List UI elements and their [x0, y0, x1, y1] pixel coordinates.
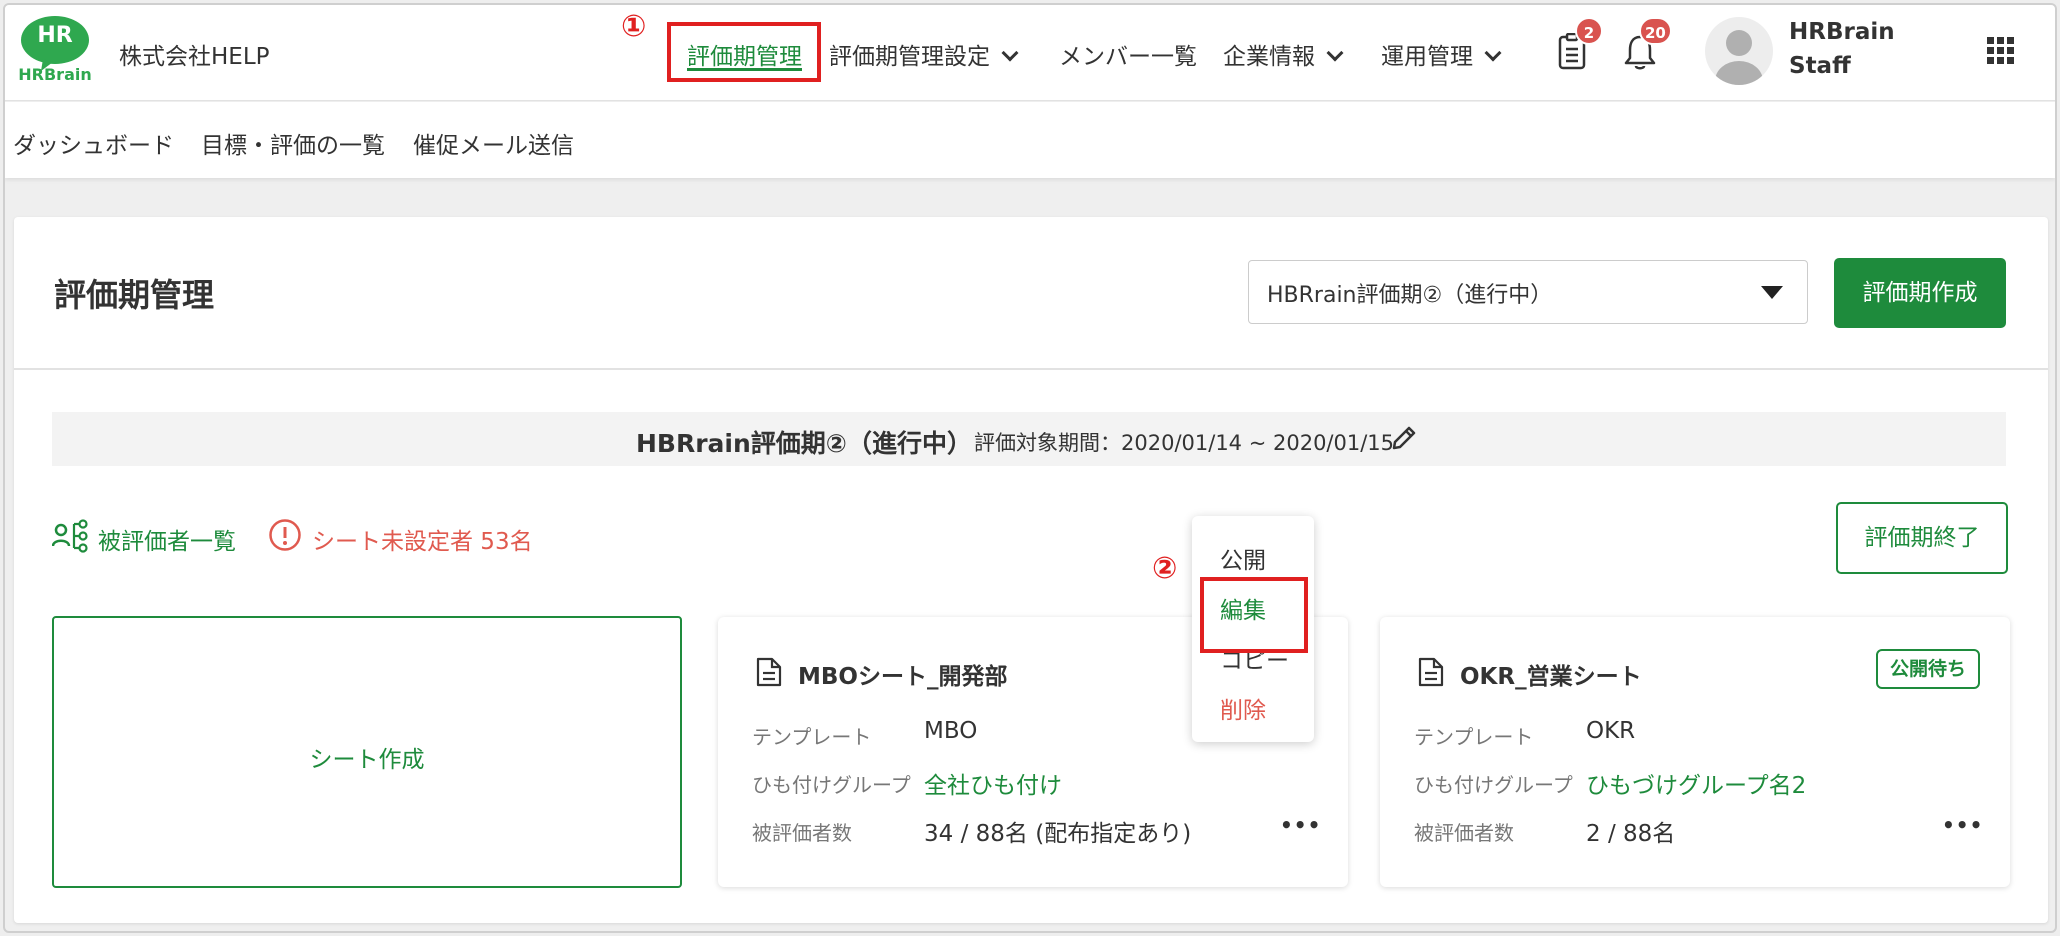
nav-eval-settings[interactable]: 評価期管理設定 — [829, 37, 1019, 71]
evaluatee-list-label: 被評価者一覧 — [98, 529, 236, 555]
template-label: テンプレート — [752, 725, 872, 749]
app-grid-icon[interactable] — [1987, 37, 2015, 65]
evaluatee-count-value: 34 / 88名 (配布指定あり) — [924, 821, 1192, 847]
header-divider — [14, 368, 2048, 370]
period-range: 評価対象期間：2020/01/14 ~ 2020/01/15 — [974, 431, 1395, 455]
sheet-title[interactable]: OKR_営業シート — [1460, 657, 1642, 691]
more-options-icon[interactable]: ••• — [1280, 813, 1321, 837]
evaluatee-count-label: 被評価者数 — [1414, 821, 1514, 845]
company-name: 株式会社HELP — [119, 44, 270, 70]
group-label: ひも付けグループ — [1414, 773, 1573, 797]
period-select[interactable]: HBRrain評価期②（進行中） — [1248, 260, 1808, 324]
subnav-dashboard[interactable]: ダッシュボード — [13, 126, 174, 160]
nav-eval-settings-label: 評価期管理設定 — [829, 44, 990, 70]
create-sheet-label: シート作成 — [309, 747, 425, 773]
template-value: MBO — [924, 718, 978, 744]
pencil-icon[interactable] — [1390, 424, 1418, 452]
page-title: 評価期管理 — [54, 276, 215, 314]
nav-active-underline — [687, 68, 802, 71]
chevron-down-icon — [1001, 44, 1019, 62]
notification-badge: 20 — [1639, 17, 1672, 45]
create-period-button-label: 評価期作成 — [1862, 280, 1978, 306]
alert-circle-icon — [269, 519, 301, 551]
sheet-title[interactable]: MBOシート_開発部 — [798, 657, 1007, 691]
hrbrain-logo[interactable]: HR HRBrain — [18, 13, 92, 87]
status-badge: 公開待ち — [1876, 649, 1981, 689]
end-period-button[interactable]: 評価期終了 — [1836, 502, 2008, 574]
people-tree-icon — [52, 519, 88, 553]
nav-operations-label: 運用管理 — [1381, 44, 1473, 70]
nav-operations[interactable]: 運用管理 — [1381, 37, 1502, 71]
group-label: ひも付けグループ — [752, 773, 911, 797]
menu-item-delete[interactable]: 削除 — [1220, 691, 1266, 725]
caret-down-icon — [1761, 286, 1783, 299]
period-name: HBRrain評価期②（進行中） — [636, 429, 972, 458]
nav-members[interactable]: メンバー一覧 — [1059, 37, 1197, 71]
sheet-card-okr[interactable]: OKR_営業シート 公開待ち テンプレート OKR ひも付けグループ ひもづけグ… — [1380, 617, 2010, 887]
period-banner: HBRrain評価期②（進行中） 評価対象期間：2020/01/14 ~ 202… — [52, 412, 2006, 466]
nav-company-info-label: 企業情報 — [1223, 44, 1315, 70]
group-link[interactable]: 全社ひも付け — [924, 766, 1062, 800]
main-panel: 評価期管理 HBRrain評価期②（進行中） 評価期作成 HBRrain評価期②… — [14, 217, 2048, 923]
document-icon — [1418, 657, 1444, 687]
avatar[interactable] — [1705, 17, 1773, 85]
nav-eval-management[interactable]: 評価期管理 — [687, 37, 802, 71]
document-icon — [756, 657, 782, 687]
evaluatee-count-label: 被評価者数 — [752, 821, 852, 845]
annotation-step-1: ① — [621, 9, 647, 44]
user-name-line1[interactable]: HRBrain — [1789, 19, 1895, 45]
subnav-goals-list[interactable]: 目標・評価の一覧 — [201, 126, 385, 160]
create-sheet-card[interactable]: シート作成 — [52, 616, 682, 888]
logo-wordmark: HRBrain — [18, 65, 92, 84]
chevron-down-icon — [1484, 44, 1502, 62]
top-header: HR HRBrain 株式会社HELP ① 評価期管理 評価期管理設定 メンバー… — [5, 5, 2055, 101]
evaluatee-count-value: 2 / 88名 — [1586, 821, 1676, 847]
subnav-reminder-mail[interactable]: 催促メール送信 — [413, 126, 574, 160]
period-select-value: HBRrain評価期②（進行中） — [1267, 283, 1553, 308]
annotation-box-2 — [1200, 577, 1308, 653]
end-period-button-label: 評価期終了 — [1864, 525, 1980, 551]
template-value: OKR — [1586, 718, 1636, 744]
chevron-down-icon — [1326, 44, 1344, 62]
nav-company-info[interactable]: 企業情報 — [1223, 37, 1344, 71]
group-link[interactable]: ひもづけグループ名2 — [1586, 766, 1806, 800]
document-badge: 2 — [1575, 17, 1603, 45]
sub-navigation: ダッシュボード 目標・評価の一覧 催促メール送信 — [5, 102, 2055, 178]
unassigned-warning-label: シート未設定者 53名 — [312, 529, 533, 555]
annotation-step-2: ② — [1152, 551, 1178, 586]
create-period-button[interactable]: 評価期作成 — [1834, 258, 2006, 328]
user-name-line2[interactable]: Staff — [1789, 53, 1851, 79]
app-frame: HR HRBrain 株式会社HELP ① 評価期管理 評価期管理設定 メンバー… — [3, 3, 2057, 933]
template-label: テンプレート — [1414, 725, 1534, 749]
menu-item-publish[interactable]: 公開 — [1220, 541, 1266, 575]
more-options-icon[interactable]: ••• — [1942, 813, 1983, 837]
logo-mark: HR — [37, 23, 73, 48]
